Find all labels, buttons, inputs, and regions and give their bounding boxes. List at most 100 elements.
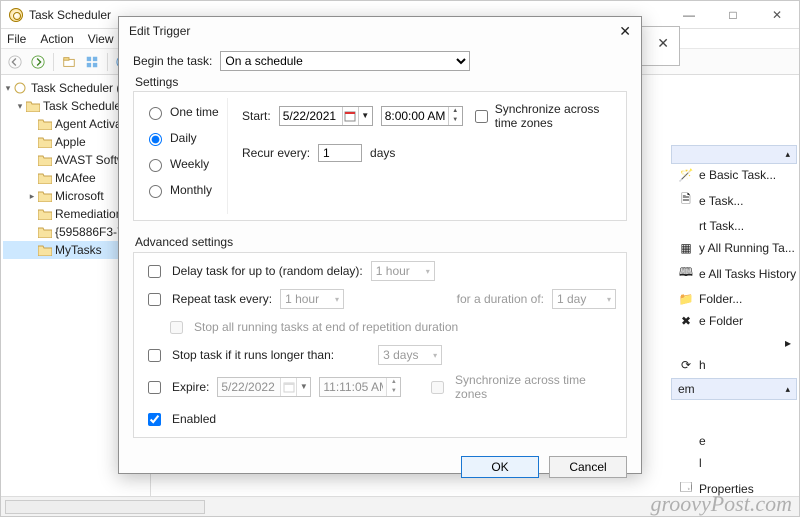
expire-sync-checkbox	[431, 381, 444, 394]
action-import-task[interactable]: rt Task...	[669, 215, 799, 237]
actions-pane: ▴ 🪄e Basic Task... 🗎e Task... rt Task...…	[669, 75, 799, 496]
chevron-down-icon[interactable]: ▼	[358, 107, 372, 125]
repeat-combo: 1 hour▾	[280, 289, 344, 309]
expire-time-input	[320, 378, 386, 396]
clock-icon	[14, 82, 28, 94]
edit-trigger-dialog: Edit Trigger ✕ Begin the task: On a sche…	[118, 16, 642, 474]
action-create-task[interactable]: 🗎e Task...	[669, 186, 799, 215]
cancel-button[interactable]: Cancel	[549, 456, 627, 478]
start-date-picker[interactable]: ▼	[279, 106, 373, 126]
window-title: Task Scheduler	[29, 8, 111, 22]
actions-selected-header[interactable]: em▴	[671, 378, 797, 400]
actions-section-header[interactable]: ▴	[671, 145, 797, 164]
expire-sync-label: Synchronize across time zones	[455, 373, 616, 401]
expire-time-picker: ▲▼	[319, 377, 401, 397]
delete-icon: ✖	[679, 314, 693, 328]
stop-if-combo: 3 days▾	[378, 345, 442, 365]
action-sel-el[interactable]: l	[669, 452, 799, 474]
window-controls: — □ ✕	[667, 1, 799, 29]
menu-view[interactable]: View	[88, 32, 114, 46]
folder-icon	[26, 100, 40, 112]
radio-weekly[interactable]: Weekly	[144, 156, 223, 172]
recur-input[interactable]	[318, 144, 362, 162]
action-enable-history[interactable]: 🕮e All Tasks History	[669, 259, 799, 288]
status-bar	[1, 496, 799, 516]
settings-group: One time Daily Weekly Monthly Start: ▼ ▲…	[133, 91, 627, 221]
delay-checkbox[interactable]	[148, 265, 161, 278]
expire-checkbox[interactable]	[148, 381, 161, 394]
time-spinner: ▲▼	[386, 378, 400, 396]
enabled-checkbox[interactable]	[148, 413, 161, 426]
action-submenu[interactable]: ▸	[669, 332, 799, 354]
forward-icon[interactable]	[28, 52, 48, 72]
separator	[53, 53, 54, 71]
stop-if-label: Stop task if it runs longer than:	[172, 348, 334, 362]
separator	[107, 53, 108, 71]
recur-label: Recur every:	[242, 146, 310, 160]
expire-label: Expire:	[172, 380, 209, 394]
action-create-basic-task[interactable]: 🪄e Basic Task...	[669, 164, 799, 186]
start-time-input[interactable]	[382, 107, 448, 125]
radio-monthly[interactable]: Monthly	[144, 182, 223, 198]
action-refresh[interactable]: ⟳h	[669, 354, 799, 376]
dialog-close-icon[interactable]: ✕	[619, 23, 631, 40]
history-icon: 🕮	[679, 263, 693, 284]
stop-if-checkbox[interactable]	[148, 349, 161, 362]
chevron-down-icon: ▼	[296, 378, 310, 396]
start-time-picker[interactable]: ▲▼	[381, 106, 463, 126]
sync-timezone-checkbox[interactable]: Synchronize across time zones	[471, 102, 612, 130]
folder-icon	[38, 226, 52, 238]
folder-icon	[38, 190, 52, 202]
properties-icon: 🗔	[679, 478, 693, 496]
underlying-dialog: ✕	[640, 26, 680, 66]
advanced-settings-label: Advanced settings	[135, 235, 627, 249]
list-icon: ▦	[679, 241, 693, 255]
close-button[interactable]: ✕	[755, 1, 799, 29]
repeat-checkbox[interactable]	[148, 293, 161, 306]
expire-date-input	[218, 378, 280, 396]
radio-daily[interactable]: Daily	[144, 130, 223, 146]
refresh-icon: ⟳	[679, 358, 693, 372]
settings-label: Settings	[135, 75, 627, 89]
grid-icon[interactable]	[82, 52, 102, 72]
duration-label: for a duration of:	[457, 292, 544, 306]
back-icon[interactable]	[5, 52, 25, 72]
calendar-icon[interactable]	[342, 107, 358, 125]
folder-icon	[38, 154, 52, 166]
maximize-button[interactable]: □	[711, 1, 755, 29]
advanced-settings-group: Delay task for up to (random delay): 1 h…	[133, 252, 627, 438]
folder-icon	[38, 118, 52, 130]
folder-icon	[38, 136, 52, 148]
up-icon[interactable]	[59, 52, 79, 72]
dialog-title-bar: Edit Trigger ✕	[119, 17, 641, 45]
folder-icon	[38, 208, 52, 220]
begin-task-select[interactable]: On a schedule	[220, 51, 470, 71]
new-folder-icon: 📁	[679, 292, 693, 306]
folder-icon	[38, 244, 52, 256]
minimize-button[interactable]: —	[667, 1, 711, 29]
radio-one-time[interactable]: One time	[144, 104, 223, 120]
horizontal-scrollbar[interactable]	[5, 500, 205, 514]
stop-all-label: Stop all running tasks at end of repetit…	[194, 320, 458, 334]
calendar-icon	[280, 378, 296, 396]
menu-file[interactable]: File	[7, 32, 26, 46]
ok-button[interactable]: OK	[461, 456, 539, 478]
action-new-folder[interactable]: 📁Folder...	[669, 288, 799, 310]
delay-combo: 1 hour▾	[371, 261, 435, 281]
action-properties[interactable]: 🗔Properties	[669, 474, 799, 496]
wizard-icon: 🪄	[679, 168, 693, 182]
chevron-right-icon: ▸	[785, 336, 791, 350]
time-spinner[interactable]: ▲▼	[448, 107, 462, 125]
action-sel-enable[interactable]: e	[669, 430, 799, 452]
menu-action[interactable]: Action	[40, 32, 73, 46]
start-date-input[interactable]	[280, 107, 342, 125]
action-delete-folder[interactable]: ✖e Folder	[669, 310, 799, 332]
repeat-label: Repeat task every:	[172, 292, 272, 306]
action-display-running[interactable]: ▦y All Running Ta...	[669, 237, 799, 259]
expire-date-picker: ▼	[217, 377, 311, 397]
recur-unit: days	[370, 146, 395, 160]
task-icon: 🗎	[679, 190, 693, 211]
folder-icon	[38, 172, 52, 184]
stop-all-checkbox	[170, 321, 183, 334]
close-icon[interactable]: ✕	[657, 35, 669, 52]
